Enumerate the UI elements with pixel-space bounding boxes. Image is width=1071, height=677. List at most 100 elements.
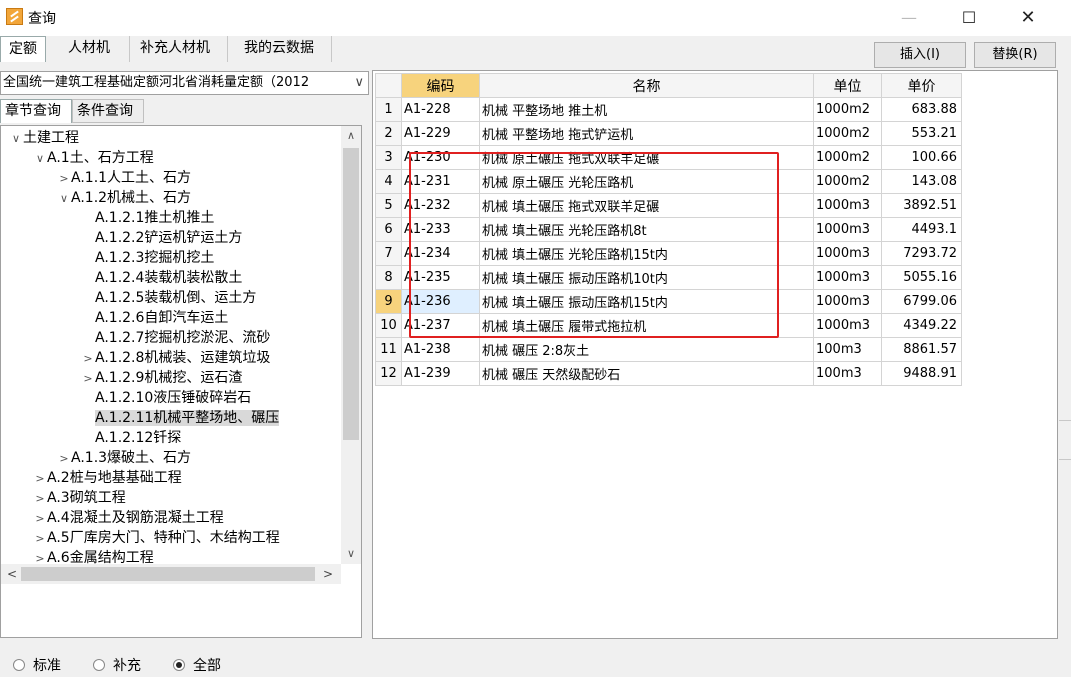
quota-name[interactable]: 机械 填土碾压 光轮压路机8t <box>479 217 814 242</box>
tree-node[interactable]: A.1.2.5装载机倒、运土方 <box>81 288 256 308</box>
chevron-right-icon[interactable]: > <box>33 529 47 549</box>
chevron-down-icon[interactable]: ∨ <box>354 72 364 94</box>
quota-name[interactable]: 机械 原土碾压 拖式双联羊足碾 <box>479 145 814 170</box>
tree-node[interactable]: A.1.2.2铲运机铲运土方 <box>81 228 242 248</box>
tree-node[interactable]: A.1.2.11机械平整场地、碾压 <box>81 408 280 428</box>
table-row[interactable]: 4 A1-231 机械 原土碾压 光轮压路机 1000m2 143.08 <box>375 169 962 194</box>
tab-labor-material-machine[interactable]: 人材机 <box>60 36 130 62</box>
tree-node[interactable]: A.1.2.10液压锤破碎岩石 <box>81 388 251 408</box>
quota-name[interactable]: 机械 碾压 天然级配砂石 <box>479 361 814 386</box>
chevron-right-icon[interactable]: > <box>33 489 47 509</box>
header-code[interactable]: 编码 <box>401 73 480 98</box>
tab-chapter-query[interactable]: 章节查询 <box>0 99 72 123</box>
quota-price[interactable]: 683.88 <box>881 97 962 122</box>
quota-code[interactable]: A1-231 <box>401 169 480 194</box>
quota-unit[interactable]: 1000m2 <box>813 121 882 146</box>
row-number[interactable]: 1 <box>375 97 402 122</box>
quota-price[interactable]: 6799.06 <box>881 289 962 314</box>
chevron-down-icon[interactable]: ∨ <box>57 189 71 209</box>
quota-unit[interactable]: 1000m3 <box>813 265 882 290</box>
tab-my-cloud-data[interactable]: 我的云数据 <box>236 36 332 62</box>
quota-unit[interactable]: 1000m3 <box>813 217 882 242</box>
table-row[interactable]: 7 A1-234 机械 填土碾压 光轮压路机15t内 1000m3 7293.72 <box>375 241 962 266</box>
row-number[interactable]: 12 <box>375 361 402 386</box>
quota-price[interactable]: 5055.16 <box>881 265 962 290</box>
quota-code[interactable]: A1-237 <box>401 313 480 338</box>
radio-supplementary[interactable]: 补充 <box>93 655 141 675</box>
quota-unit[interactable]: 1000m3 <box>813 193 882 218</box>
table-row[interactable]: 5 A1-232 机械 填土碾压 拖式双联羊足碾 1000m3 3892.51 <box>375 193 962 218</box>
tree-node[interactable]: A.1.2.3挖掘机挖土 <box>81 248 214 268</box>
maximize-button[interactable]: ☐ <box>946 0 992 34</box>
row-number[interactable]: 4 <box>375 169 402 194</box>
chevron-down-icon[interactable]: ∨ <box>9 129 23 149</box>
tree-node[interactable]: ∨ A.1土、石方工程 <box>33 148 154 168</box>
quota-unit[interactable]: 1000m2 <box>813 169 882 194</box>
tree-node[interactable]: > A.4混凝土及钢筋混凝土工程 <box>33 508 223 529</box>
table-row[interactable]: 2 A1-229 机械 平整场地 拖式铲运机 1000m2 553.21 <box>375 121 962 146</box>
quota-unit[interactable]: 100m3 <box>813 337 882 362</box>
chevron-right-icon[interactable]: > <box>57 169 71 189</box>
tree-node[interactable]: > A.2桩与地基基础工程 <box>33 468 181 488</box>
chevron-right-icon[interactable]: > <box>81 349 95 369</box>
radio-all[interactable]: 全部 <box>173 655 221 675</box>
quota-code[interactable]: A1-236 <box>401 289 480 314</box>
quota-name[interactable]: 机械 碾压 2:8灰土 <box>479 337 814 362</box>
row-number[interactable]: 2 <box>375 121 402 146</box>
chevron-right-icon[interactable]: > <box>33 509 47 529</box>
quota-name[interactable]: 机械 填土碾压 振动压路机10t内 <box>479 265 814 290</box>
tree-node[interactable]: > A.1.2.8机械装、运建筑垃圾 <box>81 348 270 368</box>
quota-name[interactable]: 机械 填土碾压 拖式双联羊足碾 <box>479 193 814 218</box>
quota-name[interactable]: 机械 填土碾压 履带式拖拉机 <box>479 313 814 338</box>
scroll-up-icon[interactable]: ∧ <box>341 126 361 146</box>
table-row[interactable]: 11 A1-238 机械 碾压 2:8灰土 100m3 8861.57 <box>375 337 962 362</box>
row-number[interactable]: 9 <box>375 289 402 314</box>
row-number[interactable]: 10 <box>375 313 402 338</box>
quota-unit[interactable]: 1000m2 <box>813 97 882 122</box>
scroll-down-icon[interactable]: ∨ <box>341 544 361 564</box>
tree-node[interactable]: A.1.2.7挖掘机挖淤泥、流砂 <box>81 328 270 348</box>
table-row[interactable]: 3 A1-230 机械 原土碾压 拖式双联羊足碾 1000m2 100.66 <box>375 145 962 170</box>
tab-condition-query[interactable]: 条件查询 <box>72 99 144 123</box>
table-row[interactable]: 1 A1-228 机械 平整场地 推土机 1000m2 683.88 <box>375 97 962 122</box>
tree-node[interactable]: > A.3砌筑工程 <box>33 488 125 509</box>
tree-horizontal-scrollbar[interactable]: < > <box>1 564 341 584</box>
tree-node[interactable]: ∨ A.1.2机械土、石方 <box>57 188 191 208</box>
chevron-right-icon[interactable]: > <box>57 449 71 469</box>
row-number[interactable]: 7 <box>375 241 402 266</box>
minimize-button[interactable]: — <box>886 0 932 34</box>
quota-code[interactable]: A1-233 <box>401 217 480 242</box>
scroll-left-icon[interactable]: < <box>3 564 21 584</box>
table-row[interactable]: 8 A1-235 机械 填土碾压 振动压路机10t内 1000m3 5055.16 <box>375 265 962 290</box>
chevron-right-icon[interactable]: > <box>81 369 95 389</box>
quota-price[interactable]: 4349.22 <box>881 313 962 338</box>
quota-price[interactable]: 7293.72 <box>881 241 962 266</box>
quota-code[interactable]: A1-232 <box>401 193 480 218</box>
tree-node[interactable]: A.1.2.1推土机推土 <box>81 208 214 228</box>
row-number[interactable]: 5 <box>375 193 402 218</box>
table-row[interactable]: 9 A1-236 机械 填土碾压 振动压路机15t内 1000m3 6799.06 <box>375 289 962 314</box>
chevron-down-icon[interactable]: ∨ <box>33 149 47 169</box>
close-button[interactable]: ✕ <box>1005 0 1051 34</box>
tree-node[interactable]: > A.5厂库房大门、特种门、木结构工程 <box>33 528 279 549</box>
scroll-thumb[interactable] <box>343 148 359 440</box>
header-unit[interactable]: 单位 <box>813 73 882 98</box>
quota-unit[interactable]: 1000m3 <box>813 241 882 266</box>
quota-unit[interactable]: 1000m3 <box>813 313 882 338</box>
quota-price[interactable]: 553.21 <box>881 121 962 146</box>
quota-name[interactable]: 机械 原土碾压 光轮压路机 <box>479 169 814 194</box>
quota-price[interactable]: 3892.51 <box>881 193 962 218</box>
row-number[interactable]: 3 <box>375 145 402 170</box>
quota-name[interactable]: 机械 填土碾压 振动压路机15t内 <box>479 289 814 314</box>
quota-name[interactable]: 机械 平整场地 推土机 <box>479 97 814 122</box>
scroll-thumb-horizontal[interactable] <box>21 567 315 581</box>
tab-quota[interactable]: 定额 <box>0 36 46 62</box>
tree-node[interactable]: > A.1.2.9机械挖、运石渣 <box>81 368 242 388</box>
tree-node[interactable]: A.1.2.4装载机装松散土 <box>81 268 242 288</box>
quota-library-select[interactable]: 全国统一建筑工程基础定额河北省消耗量定额（2012 ∨ <box>0 71 369 95</box>
table-row[interactable]: 10 A1-237 机械 填土碾压 履带式拖拉机 1000m3 4349.22 <box>375 313 962 338</box>
quota-price[interactable]: 100.66 <box>881 145 962 170</box>
quota-code[interactable]: A1-229 <box>401 121 480 146</box>
quota-unit[interactable]: 1000m2 <box>813 145 882 170</box>
quota-code[interactable]: A1-235 <box>401 265 480 290</box>
